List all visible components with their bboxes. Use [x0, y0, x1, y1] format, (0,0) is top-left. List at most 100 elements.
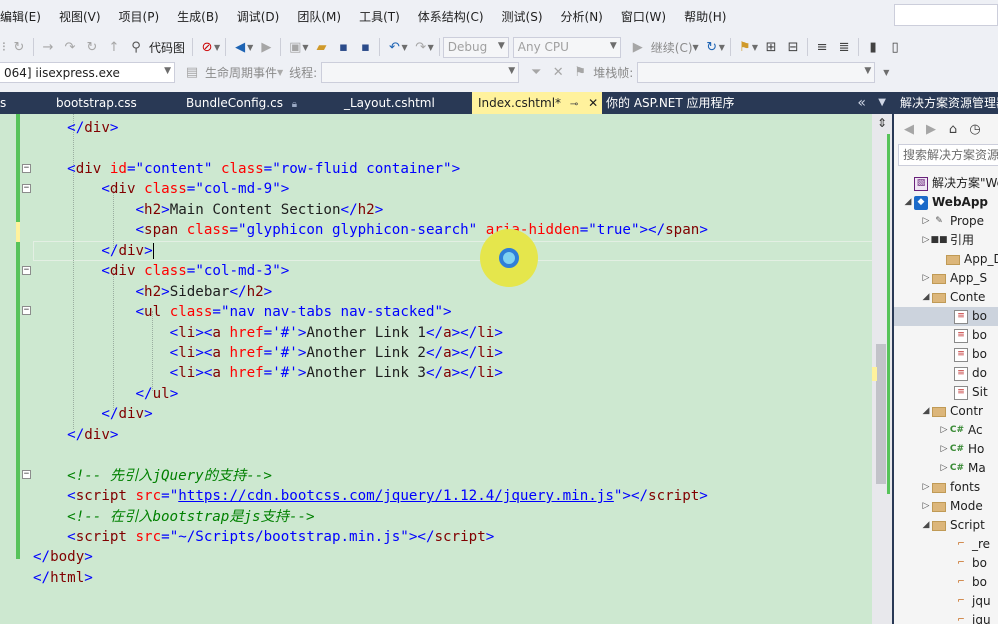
menu-architecture[interactable]: 体系结构(C) [409, 0, 493, 35]
tab-bundleconfig-cs[interactable]: BundleConfig.cs 🔒︎ [186, 92, 297, 114]
menu-debug[interactable]: 调试(D) [228, 0, 289, 35]
chevron-down-icon[interactable]: ▼ [247, 43, 253, 52]
bookmark-icon[interactable]: ▮ [862, 36, 884, 58]
expand-arrow-icon[interactable]: ▷ [920, 212, 932, 231]
fold-toggle[interactable]: − [22, 306, 31, 315]
thread-flag-icon[interactable]: ⚑ [569, 62, 591, 84]
chevron-down-icon[interactable]: ▼ [302, 43, 308, 52]
close-icon[interactable]: ✕ [588, 96, 598, 110]
tab-partial[interactable]: s [0, 92, 6, 114]
code-editor[interactable]: − − − − − </div> <div id="content" class… [0, 114, 874, 624]
chevron-down-icon[interactable]: ▼ [214, 43, 220, 52]
menu-view[interactable]: 视图(V) [50, 0, 110, 35]
step-over-icon[interactable]: ↻ [81, 36, 103, 58]
comment-icon[interactable]: ≡ [811, 36, 833, 58]
solution-tree-item[interactable]: ▷ C# Ho [938, 440, 985, 459]
solution-tree-item[interactable]: ⌐ bo [942, 573, 987, 592]
solution-explorer-title[interactable]: 解决方案资源管理器 [894, 92, 998, 114]
step-out-icon[interactable]: ↑ [103, 36, 125, 58]
solution-tree-item[interactable]: ◢ ◆ WebApp [902, 193, 988, 212]
solution-search-input[interactable]: 搜索解决方案资源管理器 [898, 144, 998, 166]
fold-toggle[interactable]: − [22, 184, 31, 193]
filter-clear-icon[interactable]: ✕ [547, 62, 569, 84]
code-map-icon[interactable]: ⚲ [125, 36, 147, 58]
code-line[interactable]: <li><a href='#'>Another Link 2</a></li> [33, 343, 503, 363]
tab-index-cshtml[interactable]: Index.cshtml* ⊸ ✕ [472, 92, 602, 114]
solution-tree-item[interactable]: ≡ bo [894, 307, 998, 326]
save-icon[interactable]: ▪ [332, 36, 354, 58]
code-map-button[interactable]: 代码图 [149, 39, 185, 56]
editor-vertical-scrollbar[interactable]: ⇕ [872, 114, 892, 624]
platform-combo[interactable]: Any CPU ▼ [512, 36, 621, 58]
tab-overflow-icon[interactable]: « [857, 92, 866, 114]
fold-toggle[interactable]: − [22, 266, 31, 275]
chevron-down-icon[interactable]: ▼ [277, 68, 283, 77]
code-line[interactable]: <h2>Sidebar</h2> [33, 282, 273, 302]
solution-tree-item[interactable]: ≡ Sit [942, 383, 988, 402]
uncomment-icon[interactable]: ≣ [833, 36, 855, 58]
code-line[interactable]: </div> [33, 425, 118, 445]
solution-tree-item[interactable]: ⌐ bo [942, 554, 987, 573]
menu-tools[interactable]: 工具(T) [350, 0, 409, 35]
menu-edit[interactable]: 编辑(E) [0, 0, 50, 35]
collapse-arrow-icon[interactable]: ◢ [920, 516, 932, 535]
code-line[interactable]: <!-- 先引入jQuery的支持--> [33, 466, 272, 486]
solution-tree-item[interactable]: ▷ App_S [920, 269, 988, 288]
open-folder-icon[interactable]: ▰ [310, 36, 332, 58]
collapse-arrow-icon[interactable]: ◢ [902, 193, 914, 212]
quick-launch-input[interactable] [894, 4, 998, 26]
collapse-arrow-icon[interactable]: ◢ [920, 402, 932, 421]
menu-test[interactable]: 测试(S) [493, 0, 552, 35]
lifecycle-icon[interactable]: ▤ [181, 62, 203, 84]
solution-tree-item[interactable]: ≡ do [942, 364, 987, 383]
code-line[interactable]: <ul class="nav nav-tabs nav-stacked"> [33, 302, 452, 322]
fold-toggle[interactable]: − [22, 470, 31, 479]
code-line[interactable]: <div class="col-md-3"> [33, 261, 289, 281]
pin-icon[interactable]: ⊸ [570, 99, 578, 110]
tab-bootstrap-css[interactable]: bootstrap.css [56, 92, 137, 114]
chevron-down-icon[interactable]: ▼ [428, 43, 434, 52]
solution-tree-item[interactable]: ≡ bo [942, 345, 987, 364]
code-line[interactable]: </div> [33, 118, 118, 138]
solution-tree-item[interactable]: ▷ fonts [920, 478, 981, 497]
step-into-icon[interactable]: ↷ [59, 36, 81, 58]
chevron-down-icon[interactable]: ▼ [693, 43, 699, 52]
tab-layout-cshtml[interactable]: _Layout.cshtml [344, 92, 435, 114]
forward-icon[interactable]: ▶ [920, 118, 942, 140]
chevron-down-icon[interactable]: ▼ [878, 92, 886, 114]
forward-icon[interactable]: ▶ [255, 36, 277, 58]
filter-icon[interactable]: ⏷ [525, 62, 547, 84]
thread-combo[interactable]: ▼ [321, 62, 520, 83]
code-line[interactable]: <script src="https://cdn.bootcss.com/jqu… [33, 486, 708, 506]
code-line[interactable]: </div> [33, 404, 152, 424]
expand-arrow-icon[interactable]: ▷ [938, 421, 950, 440]
expand-arrow-icon[interactable]: ▷ [938, 459, 950, 478]
code-line[interactable]: <script src="~/Scripts/bootstrap.min.js"… [33, 527, 494, 547]
solution-tree-item[interactable]: ≡ bo [942, 326, 987, 345]
code-line[interactable]: </html> [33, 568, 93, 588]
menu-project[interactable]: 项目(P) [110, 0, 169, 35]
solution-tree-item[interactable]: ▷ Mode [920, 497, 983, 516]
code-line[interactable]: </div> [33, 241, 154, 261]
solution-tree-item[interactable]: ⌐ jqu [942, 611, 990, 624]
solution-config-combo[interactable]: Debug ▼ [442, 36, 509, 58]
home-icon[interactable]: ⌂ [942, 118, 964, 140]
stack-frame-combo[interactable]: ▼ [637, 62, 876, 83]
expand-arrow-icon[interactable]: ▷ [920, 478, 932, 497]
solution-tree-item[interactable]: ⌐ _re [942, 535, 990, 554]
solution-tree-item[interactable]: ⌐ jqu [942, 592, 990, 611]
solution-tree-item[interactable]: ▧ 解决方案"We [902, 174, 998, 193]
chevron-down-icon[interactable]: ▼ [883, 68, 889, 77]
solution-tree-item[interactable]: ◢ Contr [920, 402, 983, 421]
chevron-down-icon[interactable]: ▼ [401, 43, 407, 52]
scroll-thumb[interactable] [876, 344, 886, 484]
continue-button[interactable]: 继续(C) [651, 39, 693, 56]
collapse-arrow-icon[interactable]: ◢ [920, 288, 932, 307]
refresh-icon[interactable]: ↻ [8, 36, 30, 58]
solution-tree-item[interactable]: ◢ Conte [920, 288, 986, 307]
menu-team[interactable]: 团队(M) [288, 0, 350, 35]
chevron-down-icon[interactable]: ▼ [719, 43, 725, 52]
code-token[interactable]: https://cdn.bootcss.com/jquery/1.12.4/jq… [178, 488, 614, 504]
solution-tree-item[interactable]: ◢ Script [920, 516, 985, 535]
split-window-icon[interactable]: ⇕ [874, 116, 890, 130]
